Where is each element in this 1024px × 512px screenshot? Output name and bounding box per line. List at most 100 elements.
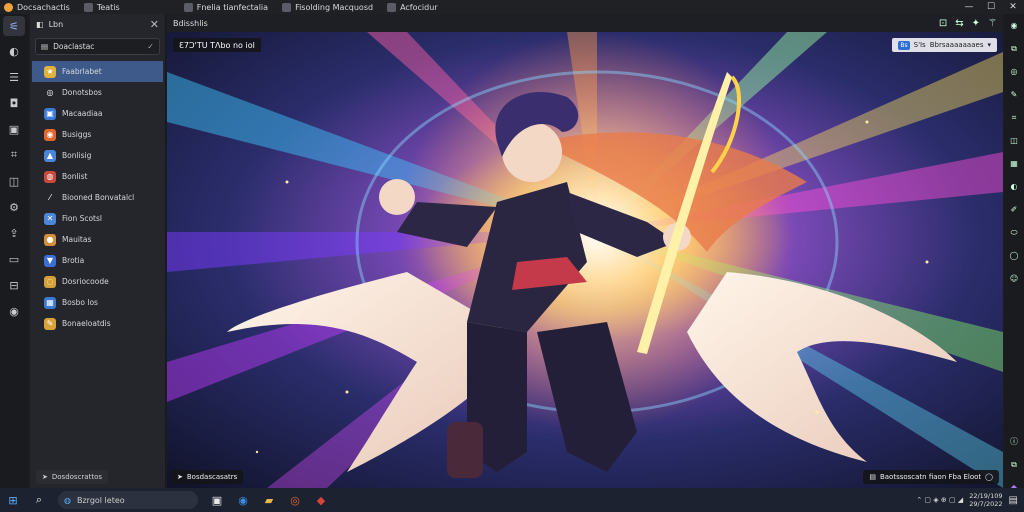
- panel-item[interactable]: ● Mauitas: [30, 229, 165, 250]
- tv-icon[interactable]: ▭: [0, 246, 28, 272]
- maximize-button[interactable]: ☐: [980, 0, 1002, 14]
- panel-title: Lbn: [48, 19, 64, 29]
- panel-item-label: Fion Scotsl: [62, 214, 102, 223]
- panel-item[interactable]: ✎ Bonaeloatdis: [30, 313, 165, 334]
- panel-item[interactable]: ▲ Bonlisig: [30, 145, 165, 166]
- status-chip[interactable]: ▤ Baotssoscatn fiaon Fba Eloot ◯: [863, 470, 999, 484]
- panel-item-label: Macaadiaa: [62, 109, 103, 118]
- user-icon[interactable]: ☺: [1004, 267, 1024, 290]
- circle-icon: ◎: [46, 88, 54, 97]
- layers-icon[interactable]: ◫: [1004, 129, 1024, 152]
- wand-icon[interactable]: ⚚: [988, 18, 997, 29]
- panel-item-label: Bosbo los: [62, 298, 98, 307]
- panel-item[interactable]: ◍ Bonlist: [30, 166, 165, 187]
- close-icon[interactable]: ✕: [150, 18, 159, 31]
- shield-icon[interactable]: ◎: [1004, 60, 1024, 83]
- tab-3[interactable]: Fisolding Macquosd: [278, 0, 383, 14]
- panel-item[interactable]: ✕ Fion Scotsl: [30, 208, 165, 229]
- crop-icon[interactable]: ⊡: [939, 18, 947, 29]
- ellipse-icon[interactable]: ⬭: [1004, 221, 1024, 244]
- tab-label: Docsachactis: [17, 2, 70, 12]
- upload-icon[interactable]: ⇪: [0, 220, 28, 246]
- minimize-button[interactable]: —: [958, 0, 980, 14]
- search-input[interactable]: ◍ Bzrgol leteo: [58, 491, 198, 509]
- panel-item[interactable]: ◌ Dosriocoode: [30, 271, 165, 292]
- panel-item[interactable]: ◉ Busiggs: [30, 124, 165, 145]
- caption-chip[interactable]: ➤ Bosdascasatrs: [171, 470, 244, 484]
- search-icon[interactable]: ⌕: [26, 488, 52, 512]
- panel-item-label: Busiggs: [62, 130, 92, 139]
- clock[interactable]: 22/19/109 29/7/2022: [969, 492, 1002, 508]
- browser-icon[interactable]: ◉: [230, 488, 256, 512]
- globe-icon: ◍: [44, 170, 56, 183]
- layers-icon[interactable]: ◫: [0, 168, 28, 194]
- panel-item[interactable]: ▼ Brotia: [30, 250, 165, 271]
- panel-item[interactable]: ★ Faabrlabet: [32, 61, 163, 82]
- camera-icon[interactable]: ◘: [0, 90, 28, 116]
- doc-icon: [282, 2, 292, 12]
- panel-list: ★ Faabrlabet ◎ Donotsbos ▣ Macaadiaa ◉ Busiggs ▲…: [30, 61, 165, 334]
- crop-icon[interactable]: ⌗: [0, 142, 28, 168]
- image-title-overlay: Ɛ7Ɔ'TU TɅbo no iol: [173, 38, 261, 52]
- image-icon[interactable]: ▣: [0, 116, 28, 142]
- hand-left: [379, 179, 415, 215]
- chat-icon: ▤: [41, 42, 49, 51]
- media-icon[interactable]: ◎: [282, 488, 308, 512]
- footer-label: Dosdoscrattos: [51, 473, 103, 481]
- panel-item[interactable]: ⁄ Biooned Bonvatalcl: [30, 187, 165, 208]
- tab-2[interactable]: Fnelia tianfectalia: [180, 0, 278, 14]
- start-icon[interactable]: ⊞: [0, 488, 26, 512]
- tray-icons[interactable]: ⌃ ▢ ◈ ⊕ ▢ ◢: [916, 496, 963, 504]
- list-icon[interactable]: ☰: [0, 64, 28, 90]
- info-icon[interactable]: ⓘ: [1004, 430, 1024, 453]
- panel-item-label: Brotia: [62, 256, 85, 265]
- contrast-icon[interactable]: ◐: [1004, 175, 1024, 198]
- status-label: Baotssoscatn fiaon Fba Eloot: [879, 473, 982, 481]
- copy-icon[interactable]: ⧉: [1004, 453, 1024, 476]
- settings-icon[interactable]: ⚙: [0, 194, 28, 220]
- clock-date: 29/7/2022: [969, 500, 1003, 508]
- artwork-canvas[interactable]: Ɛ7Ɔ'TU TɅbo no iol Bs S'Is Bbrsaaaaaaaes…: [167, 32, 1003, 488]
- account-text: Bbrsaaaaaaaes: [929, 41, 984, 49]
- panel-footer[interactable]: ➤ Dosdoscrattos: [36, 470, 109, 484]
- close-button[interactable]: ✕: [1002, 0, 1024, 14]
- notification-icon[interactable]: ▤: [1009, 495, 1018, 506]
- panel-item-label: Bonlist: [62, 172, 88, 181]
- caption-label: Bosdascasatrs: [186, 473, 238, 481]
- anime-artwork: [167, 32, 1003, 488]
- panel-item[interactable]: ▣ Macaadiaa: [30, 103, 165, 124]
- account-label: S'Is: [913, 41, 926, 49]
- folder-icon[interactable]: ▰: [256, 488, 282, 512]
- share-icon[interactable]: ⇆: [955, 18, 963, 29]
- panel-item[interactable]: ◎ Donotsbos: [30, 82, 165, 103]
- panel-item[interactable]: ▦ Bosbo los: [30, 292, 165, 313]
- pen-icon[interactable]: ✐: [1004, 198, 1024, 221]
- check-icon: ✓: [147, 42, 154, 51]
- record-icon[interactable]: ◉: [1004, 14, 1024, 37]
- sliders-icon[interactable]: ⚟: [3, 16, 25, 36]
- tab-1[interactable]: Teatis: [80, 0, 130, 14]
- scan-icon[interactable]: ⌗: [1004, 106, 1024, 129]
- chat-icon[interactable]: ◐: [0, 38, 28, 64]
- save-icon[interactable]: ⊟: [0, 272, 28, 298]
- badge-icon: ●: [44, 233, 56, 246]
- tab-0[interactable]: Docsachactis: [0, 0, 80, 14]
- edit-icon[interactable]: ✎: [1004, 83, 1024, 106]
- circle-icon[interactable]: ◉: [0, 298, 28, 324]
- account-chip[interactable]: Bs S'Is Bbrsaaaaaaaes ▾: [892, 38, 997, 52]
- ring-icon: ◌: [44, 275, 56, 288]
- panel-item-label: Bonaeloatdis: [62, 319, 111, 328]
- tab-label: Fnelia tianfectalia: [196, 2, 269, 12]
- task-view-icon[interactable]: ▣: [204, 488, 230, 512]
- panel-item-label: Bonlisig: [62, 151, 92, 160]
- select-value: Doaclastac: [53, 42, 95, 51]
- tab-4[interactable]: Acfocidur: [383, 0, 448, 14]
- app-icon[interactable]: ◆: [308, 488, 334, 512]
- panel-item-label: Biooned Bonvatalcl: [62, 193, 135, 202]
- panel-select[interactable]: ▤ Doaclastac ✓: [35, 38, 160, 55]
- circle-icon[interactable]: ◯: [1004, 244, 1024, 267]
- star-icon: ★: [44, 65, 56, 78]
- pin-icon[interactable]: ✦: [972, 18, 980, 29]
- grid-icon[interactable]: ▦: [1004, 152, 1024, 175]
- copy-icon[interactable]: ⧉: [1004, 37, 1024, 60]
